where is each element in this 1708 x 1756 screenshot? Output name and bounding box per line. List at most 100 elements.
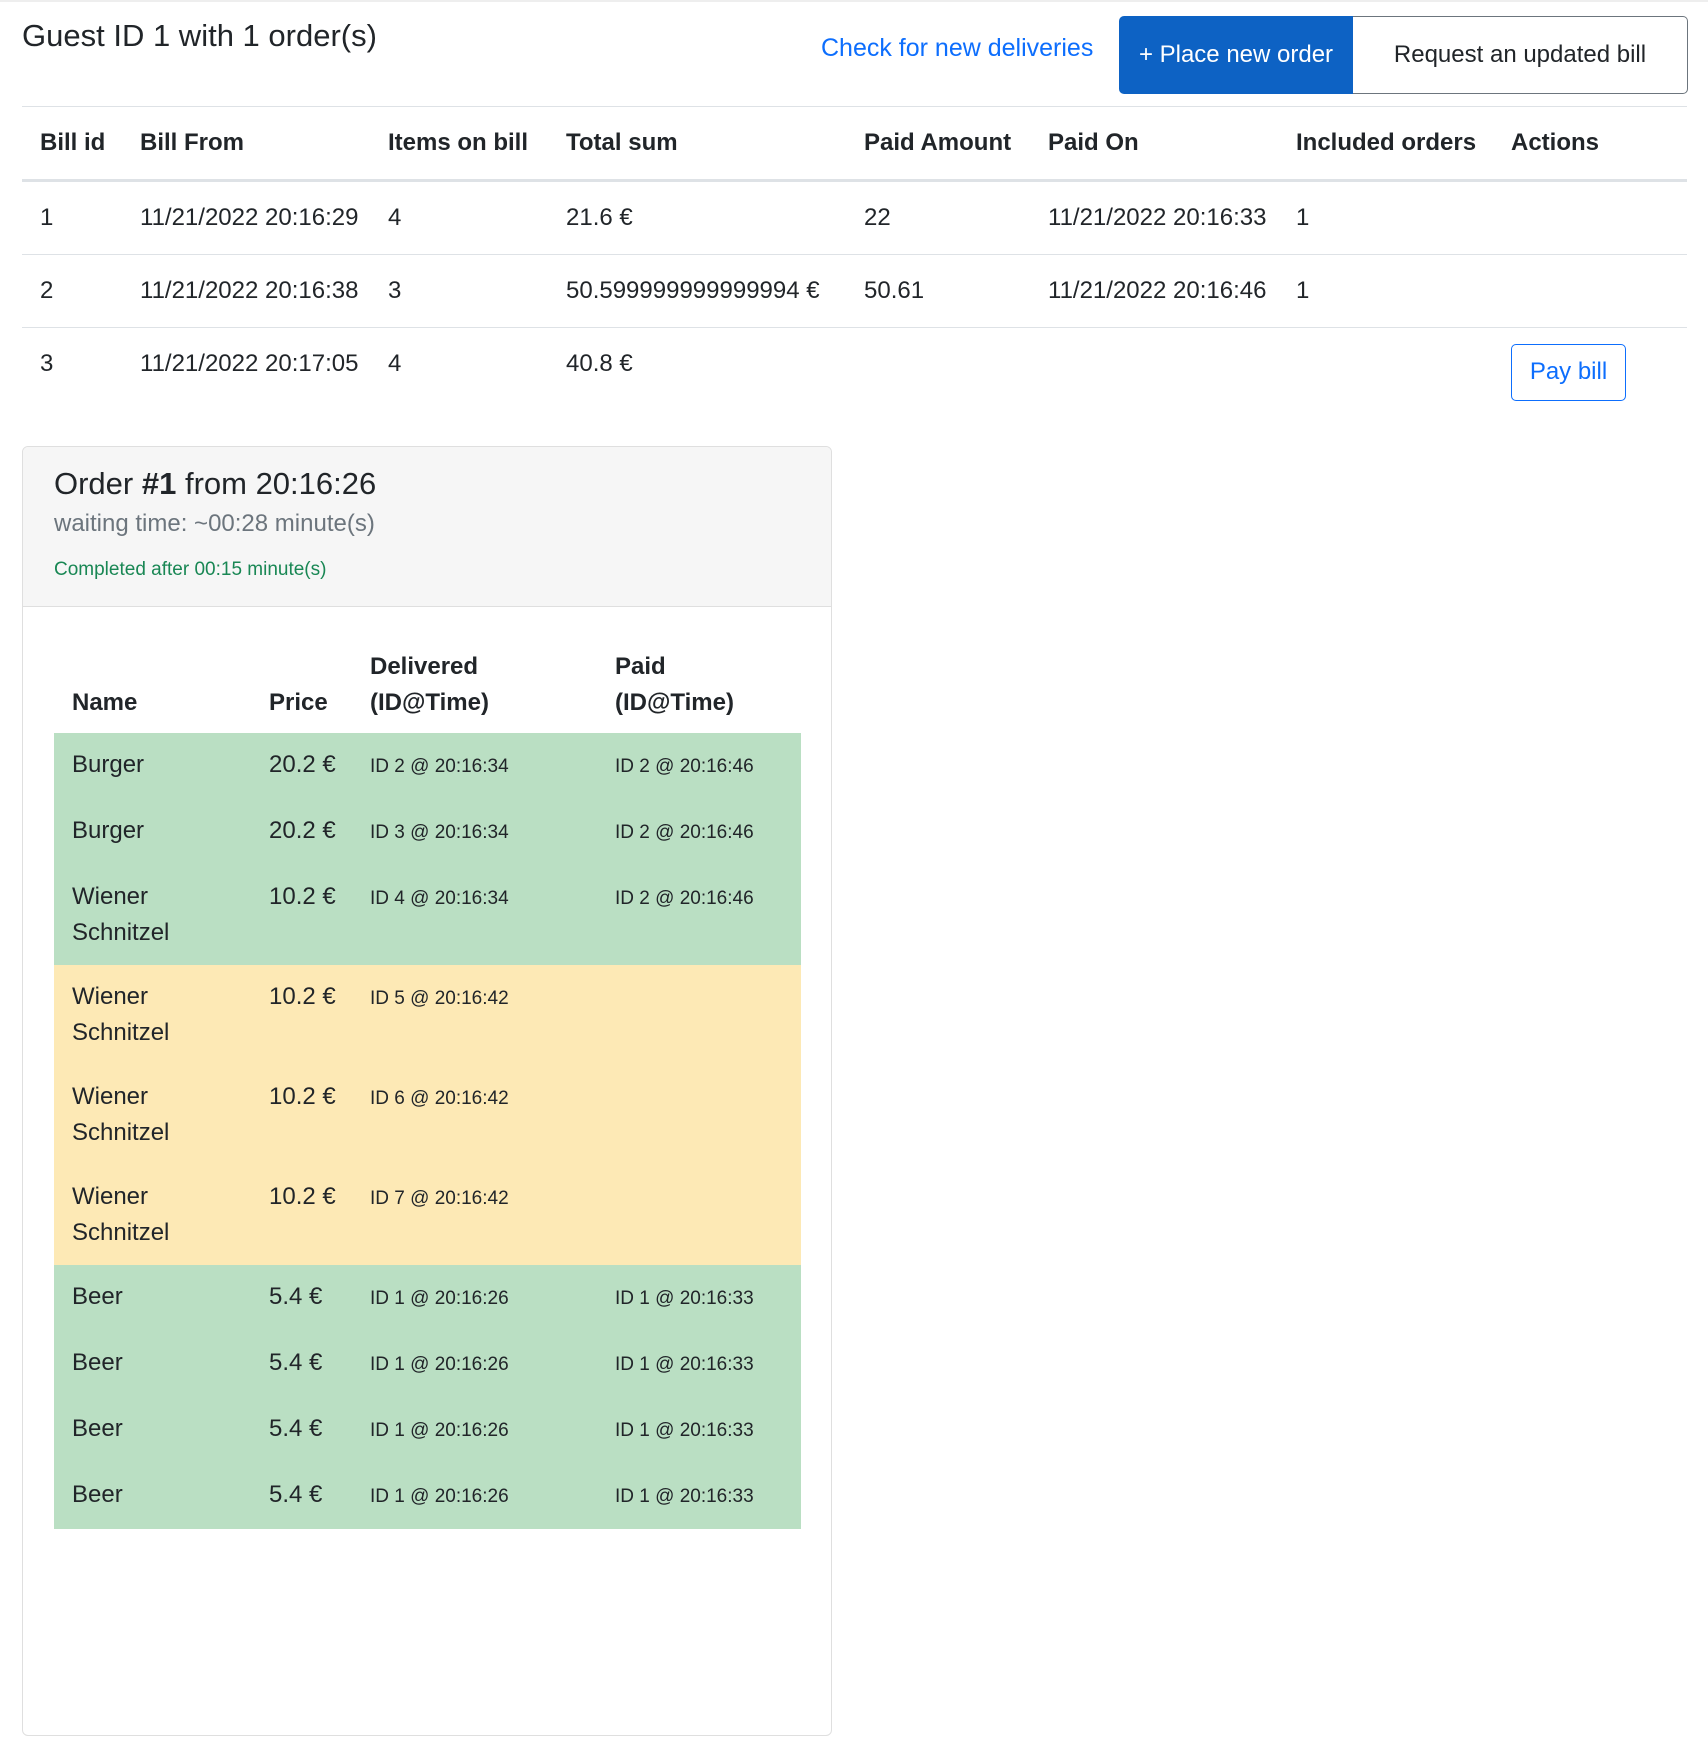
item-name: Burger [54, 733, 251, 799]
place-order-button[interactable]: + Place new order [1119, 16, 1353, 94]
item-price: 5.4 € [251, 1331, 352, 1397]
col-paid-amount: Paid Amount [846, 106, 1030, 182]
bills-table: Bill id Bill From Items on bill Total su… [22, 106, 1687, 401]
order-title: Order #1 from 20:16:26 [54, 466, 376, 502]
order-item-row: Beer 5.4 € ID 1 @ 20:16:26 ID 1 @ 20:16:… [54, 1265, 801, 1331]
bill-total: 21.6 € [548, 180, 846, 255]
bills-header-row: Bill id Bill From Items on bill Total su… [22, 106, 1687, 182]
item-name: Beer [54, 1331, 251, 1397]
item-price: 10.2 € [251, 965, 352, 1065]
check-deliveries-link[interactable]: Check for new deliveries [821, 34, 1093, 63]
col-actions: Actions [1493, 106, 1687, 182]
item-price: 5.4 € [251, 1397, 352, 1463]
col-paid-on: Paid On [1030, 106, 1278, 182]
item-name: Beer [54, 1463, 251, 1529]
page-title: Guest ID 1 with 1 order(s) [22, 18, 377, 54]
title-prefix: Guest [22, 18, 114, 53]
order-card: Order #1 from 20:16:26 waiting time: ~00… [22, 446, 832, 1736]
item-name: Wiener Schnitzel [54, 865, 251, 965]
bill-paid-amount: 22 [846, 180, 1030, 255]
item-delivered: ID 1 @ 20:16:26 [352, 1265, 597, 1331]
order-title-prefix: Order [54, 466, 142, 501]
col-paid-line1: Paid [615, 653, 666, 680]
item-delivered: ID 1 @ 20:16:26 [352, 1331, 597, 1397]
item-price: 20.2 € [251, 799, 352, 865]
title-suffix: with 1 order(s) [170, 18, 377, 53]
col-price: Price [251, 637, 352, 733]
item-delivered: ID 5 @ 20:16:42 [352, 965, 597, 1065]
item-delivered: ID 3 @ 20:16:34 [352, 799, 597, 865]
col-paid-line2: (ID@Time) [615, 689, 734, 716]
bill-included-orders [1278, 328, 1493, 401]
item-price: 5.4 € [251, 1463, 352, 1529]
col-price-label: Price [269, 689, 328, 716]
item-paid: ID 2 @ 20:16:46 [597, 733, 801, 799]
item-price: 10.2 € [251, 1065, 352, 1165]
order-completed-status: Completed after 00:15 minute(s) [54, 559, 327, 580]
item-delivered: ID 2 @ 20:16:34 [352, 733, 597, 799]
item-paid: ID 2 @ 20:16:46 [597, 865, 801, 965]
order-item-row: Beer 5.4 € ID 1 @ 20:16:26 ID 1 @ 20:16:… [54, 1463, 801, 1529]
col-bill-from: Bill From [122, 106, 370, 182]
item-paid: ID 1 @ 20:16:33 [597, 1265, 801, 1331]
bill-paid-amount [846, 328, 1030, 401]
item-paid: ID 1 @ 20:16:33 [597, 1331, 801, 1397]
bill-actions [1493, 180, 1687, 255]
order-waiting-time: waiting time: ~00:28 minute(s) [54, 510, 375, 537]
item-name: Wiener Schnitzel [54, 1065, 251, 1165]
item-name: Wiener Schnitzel [54, 1165, 251, 1265]
col-delivered-line2: (ID@Time) [370, 689, 489, 716]
item-price: 10.2 € [251, 1165, 352, 1265]
item-delivered: ID 1 @ 20:16:26 [352, 1463, 597, 1529]
table-row: 2 11/21/2022 20:16:38 3 50.5999999999999… [22, 254, 1687, 328]
bill-from: 11/21/2022 20:16:38 [122, 254, 370, 328]
item-name: Burger [54, 799, 251, 865]
bill-id: 1 [22, 180, 122, 255]
order-title-suffix: from 20:16:26 [176, 466, 377, 501]
item-paid [597, 1165, 801, 1265]
bill-paid-on: 11/21/2022 20:16:46 [1030, 254, 1278, 328]
order-item-row: Beer 5.4 € ID 1 @ 20:16:26 ID 1 @ 20:16:… [54, 1397, 801, 1463]
request-bill-button[interactable]: Request an updated bill [1353, 16, 1688, 94]
item-delivered: ID 1 @ 20:16:26 [352, 1397, 597, 1463]
col-items-on-bill: Items on bill [370, 106, 548, 182]
bill-total: 40.8 € [566, 350, 633, 377]
order-item-row: Burger 20.2 € ID 2 @ 20:16:34 ID 2 @ 20:… [54, 733, 801, 799]
bill-items: 4 [388, 350, 402, 377]
item-delivered: ID 7 @ 20:16:42 [352, 1165, 597, 1265]
bill-id: 3 [40, 350, 54, 377]
bill-total: 50.599999999999994 € [548, 254, 846, 328]
table-row: 3 11/21/2022 20:17:05 4 40.8 € Pay bill [22, 328, 1687, 401]
item-paid: ID 2 @ 20:16:46 [597, 799, 801, 865]
bill-from: 11/21/2022 20:17:05 [140, 350, 359, 377]
col-bill-id: Bill id [22, 106, 122, 182]
table-row: 1 11/21/2022 20:16:29 4 21.6 € 22 11/21/… [22, 180, 1687, 255]
col-name: Name [54, 637, 251, 733]
item-price: 10.2 € [251, 865, 352, 965]
bill-included-orders: 1 [1278, 254, 1493, 328]
order-item-row: Wiener Schnitzel 10.2 € ID 7 @ 20:16:42 [54, 1165, 801, 1265]
item-paid [597, 965, 801, 1065]
order-item-row: Beer 5.4 € ID 1 @ 20:16:26 ID 1 @ 20:16:… [54, 1331, 801, 1397]
col-included-orders: Included orders [1278, 106, 1493, 182]
order-item-row: Wiener Schnitzel 10.2 € ID 5 @ 20:16:42 [54, 965, 801, 1065]
item-name: Wiener Schnitzel [54, 965, 251, 1065]
item-paid [597, 1065, 801, 1165]
header-button-group: + Place new order Request an updated bil… [1119, 16, 1688, 94]
bill-paid-amount: 50.61 [846, 254, 1030, 328]
item-name: Beer [54, 1265, 251, 1331]
col-total-sum: Total sum [548, 106, 846, 182]
bill-paid-on [1030, 328, 1278, 401]
pay-bill-button[interactable]: Pay bill [1511, 343, 1626, 401]
item-delivered: ID 6 @ 20:16:42 [352, 1065, 597, 1165]
bill-items: 3 [370, 254, 548, 328]
item-paid: ID 1 @ 20:16:33 [597, 1463, 801, 1529]
order-item-row: Wiener Schnitzel 10.2 € ID 6 @ 20:16:42 [54, 1065, 801, 1165]
item-price: 20.2 € [251, 733, 352, 799]
bill-actions [1493, 254, 1687, 328]
order-items-table: Name Price Delivered (ID@Time) Paid (ID@Ti… [54, 637, 801, 1529]
col-delivered-line1: Delivered [370, 653, 479, 680]
items-header-row: Name Price Delivered (ID@Time) Paid (ID@Ti… [54, 637, 801, 733]
item-price: 5.4 € [251, 1265, 352, 1331]
bill-from: 11/21/2022 20:16:29 [122, 180, 370, 255]
